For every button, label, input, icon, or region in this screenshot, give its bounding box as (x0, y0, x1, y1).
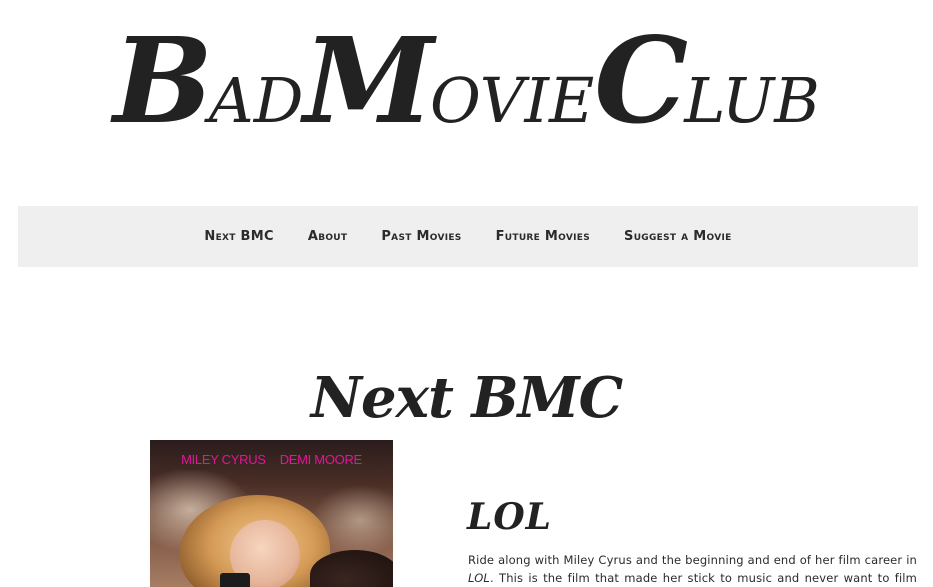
logo-letters: LUB (684, 64, 820, 137)
nav-item-past-movies[interactable]: Past Movies (381, 229, 461, 244)
logo-letter: C (594, 11, 688, 150)
logo-letter: M (303, 11, 434, 150)
main-nav: Next BMC About Past Movies Future Movies… (18, 206, 918, 267)
poster-actor-1: MILEY CYRUS (181, 452, 266, 467)
movie-title: LOL (467, 495, 552, 538)
page: BADMOVIECLUB Next BMC About Past Movies … (0, 0, 933, 587)
poster-phone (220, 573, 250, 587)
site-logo[interactable]: BADMOVIECLUB (0, 22, 933, 140)
logo-letter: B (113, 11, 213, 150)
nav-item-suggest-movie[interactable]: Suggest a Movie (624, 229, 732, 244)
site-logo-text: BADMOVIECLUB (113, 22, 820, 140)
movie-poster[interactable]: MILEY CYRUS DEMI MOORE (150, 440, 393, 587)
logo-letters: AD (208, 64, 304, 137)
logo-letters: OVIE (430, 64, 595, 137)
nav-item-future-movies[interactable]: Future Movies (496, 229, 590, 244)
page-title: Next BMC (310, 364, 623, 431)
nav-item-next-bmc[interactable]: Next BMC (204, 229, 273, 244)
movie-description-title: LOL (468, 570, 490, 585)
movie-description-part1: Ride along with Miley Cyrus and the begi… (468, 552, 917, 567)
movie-description-part2: . This is the film that made her stick t… (489, 570, 917, 585)
poster-credits: MILEY CYRUS DEMI MOORE (150, 452, 393, 467)
poster-actor-2: DEMI MOORE (279, 452, 363, 467)
nav-item-about[interactable]: About (308, 229, 348, 244)
movie-description: Ride along with Miley Cyrus and the begi… (468, 551, 917, 587)
